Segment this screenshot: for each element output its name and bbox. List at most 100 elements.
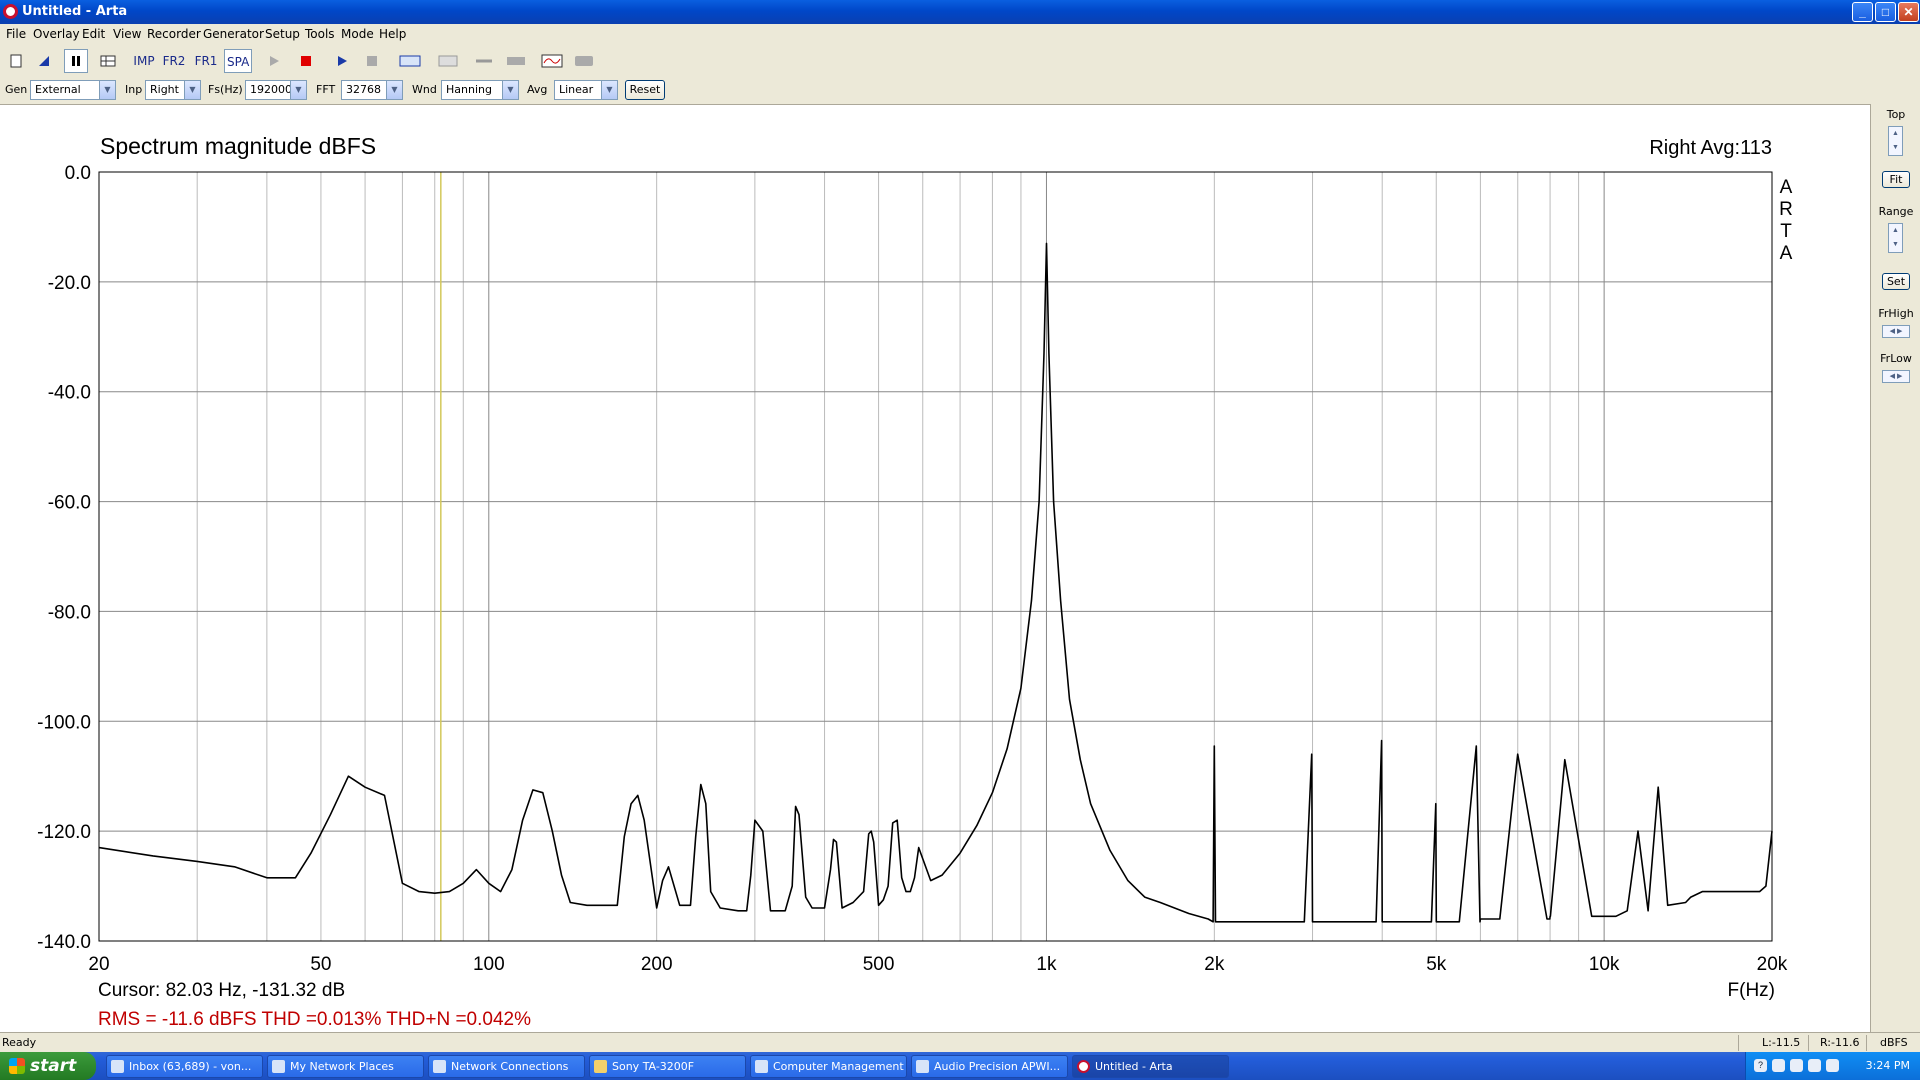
start-button[interactable]: start — [0, 1052, 96, 1080]
gen-label: Gen — [5, 83, 28, 96]
arta-window: Untitled - Arta _ □ ✕ File Overlay Edit … — [0, 0, 1920, 1080]
frlow-spinner[interactable]: ◀ ▶ — [1882, 370, 1910, 383]
status-right-level: R:-11.6 — [1820, 1036, 1860, 1049]
task-label: Audio Precision APWI... — [934, 1060, 1061, 1073]
task-audio-precision[interactable]: Audio Precision APWI... — [911, 1055, 1068, 1078]
menu-overlay[interactable]: Overlay — [33, 27, 80, 41]
arrow-left-icon[interactable]: ◀ — [1890, 328, 1895, 335]
menu-help[interactable]: Help — [379, 27, 406, 41]
maximize-button[interactable]: □ — [1875, 2, 1896, 22]
clock: 3:24 PM — [1865, 1059, 1910, 1072]
record-stop-icon[interactable] — [294, 49, 318, 73]
x-tick-label: 10k — [1589, 954, 1620, 975]
security-icon[interactable] — [1826, 1059, 1839, 1072]
top-spinner[interactable]: ▲ ▼ — [1888, 126, 1903, 156]
fs-value: 192000 — [250, 83, 292, 96]
volume-icon[interactable] — [1790, 1059, 1803, 1072]
run-icon[interactable] — [330, 49, 354, 73]
taskbar: start Inbox (63,689) - von... My Network… — [0, 1052, 1920, 1080]
imp-button[interactable]: IMP — [132, 49, 156, 73]
task-network-places[interactable]: My Network Places — [267, 1055, 424, 1078]
help-icon[interactable]: ? — [1754, 1059, 1767, 1072]
y-tick-label: -140.0 — [37, 932, 91, 953]
set-button[interactable]: Set — [1882, 273, 1910, 290]
status-ready: Ready — [2, 1036, 37, 1049]
watermark-letter: A — [1780, 177, 1793, 198]
menu-edit[interactable]: Edit — [82, 27, 105, 41]
reset-button[interactable]: Reset — [625, 80, 665, 100]
arta-app-icon[interactable] — [3, 4, 18, 19]
task-computer-management[interactable]: Computer Management — [750, 1055, 907, 1078]
range-label: Range — [1878, 205, 1914, 218]
chart-title: Spectrum magnitude dBFS — [100, 133, 376, 159]
task-label: Inbox (63,689) - von... — [129, 1060, 252, 1073]
arrow-up-icon[interactable]: ▲ — [1892, 130, 1899, 137]
link-icon[interactable] — [472, 49, 496, 73]
wnd-label: Wnd — [412, 83, 437, 96]
plot-area[interactable]: Spectrum magnitude dBFS Right Avg:113 AR… — [0, 104, 1870, 1032]
spectrum-chart[interactable]: Spectrum magnitude dBFS Right Avg:113 AR… — [0, 105, 1870, 1033]
fr2-button[interactable]: FR2 — [162, 49, 186, 73]
menu-tools[interactable]: Tools — [305, 27, 335, 41]
task-sony[interactable]: Sony TA-3200F — [589, 1055, 746, 1078]
avg-select[interactable]: Linear ▼ — [554, 80, 618, 100]
inp-select[interactable]: Right ▼ — [145, 80, 201, 100]
fft-select[interactable]: 32768 ▼ — [341, 80, 403, 100]
stop-icon[interactable] — [360, 49, 384, 73]
chevron-down-icon: ▼ — [290, 81, 306, 99]
fr1-button[interactable]: FR1 — [194, 49, 218, 73]
menu-view[interactable]: View — [113, 27, 141, 41]
network-tray-icon[interactable] — [1772, 1059, 1785, 1072]
avg-label: Avg — [527, 83, 548, 96]
scope-icon[interactable] — [540, 49, 564, 73]
menu-recorder[interactable]: Recorder — [147, 27, 201, 41]
x-axis-label: F(Hz) — [1728, 980, 1775, 1001]
fs-select[interactable]: 192000 ▼ — [245, 80, 307, 100]
network-icon — [272, 1060, 285, 1073]
task-arta[interactable]: Untitled - Arta — [1072, 1055, 1229, 1078]
x-tick-label: 20 — [88, 954, 109, 975]
gen-value: External — [35, 83, 81, 96]
menu-generator[interactable]: Generator — [203, 27, 264, 41]
computer-icon — [755, 1060, 768, 1073]
watermark-letter: T — [1780, 221, 1792, 242]
arrow-right-icon[interactable]: ▶ — [1897, 328, 1902, 335]
arrow-down-icon[interactable]: ▼ — [1892, 241, 1899, 248]
wifi-signal-icon[interactable] — [1808, 1059, 1821, 1072]
frhigh-spinner[interactable]: ◀ ▶ — [1882, 325, 1910, 338]
table-icon[interactable] — [96, 49, 120, 73]
arrow-right-icon[interactable]: ▶ — [1897, 373, 1902, 380]
spa-button[interactable]: SPA — [224, 49, 253, 73]
rect-icon[interactable] — [572, 49, 596, 73]
task-network-connections[interactable]: Network Connections — [428, 1055, 585, 1078]
open-icon[interactable] — [32, 49, 56, 73]
status-left-level: L:-11.5 — [1762, 1036, 1801, 1049]
chevron-down-icon: ▼ — [184, 81, 200, 99]
task-inbox[interactable]: Inbox (63,689) - von... — [106, 1055, 263, 1078]
hatch-icon[interactable] — [436, 49, 460, 73]
bar-icon[interactable] — [504, 49, 528, 73]
arrow-up-icon[interactable]: ▲ — [1892, 227, 1899, 234]
fit-button[interactable]: Fit — [1882, 171, 1910, 188]
menu-setup[interactable]: Setup — [265, 27, 300, 41]
y-tick-label: -20.0 — [48, 273, 91, 294]
frlow-label: FrLow — [1880, 352, 1912, 365]
top-label: Top — [1886, 108, 1906, 121]
menu-mode[interactable]: Mode — [341, 27, 374, 41]
range-spinner[interactable]: ▲ ▼ — [1888, 223, 1903, 253]
status-bar: Ready L:-11.5 R:-11.6 dBFS — [0, 1032, 1920, 1052]
arrow-left-icon[interactable]: ◀ — [1890, 373, 1895, 380]
close-button[interactable]: ✕ — [1898, 2, 1919, 22]
minimize-button[interactable]: _ — [1852, 2, 1873, 22]
start-label: start — [30, 1056, 77, 1076]
pause-icon[interactable] — [64, 49, 88, 73]
fft-value: 32768 — [346, 83, 381, 96]
abc-icon[interactable] — [398, 49, 422, 73]
wnd-select[interactable]: Hanning ▼ — [441, 80, 519, 100]
play-icon[interactable] — [262, 49, 286, 73]
new-icon[interactable] — [4, 49, 28, 73]
arrow-down-icon[interactable]: ▼ — [1892, 144, 1899, 151]
menu-file[interactable]: File — [6, 27, 26, 41]
task-label: Sony TA-3200F — [612, 1060, 695, 1073]
gen-select[interactable]: External ▼ — [30, 80, 116, 100]
